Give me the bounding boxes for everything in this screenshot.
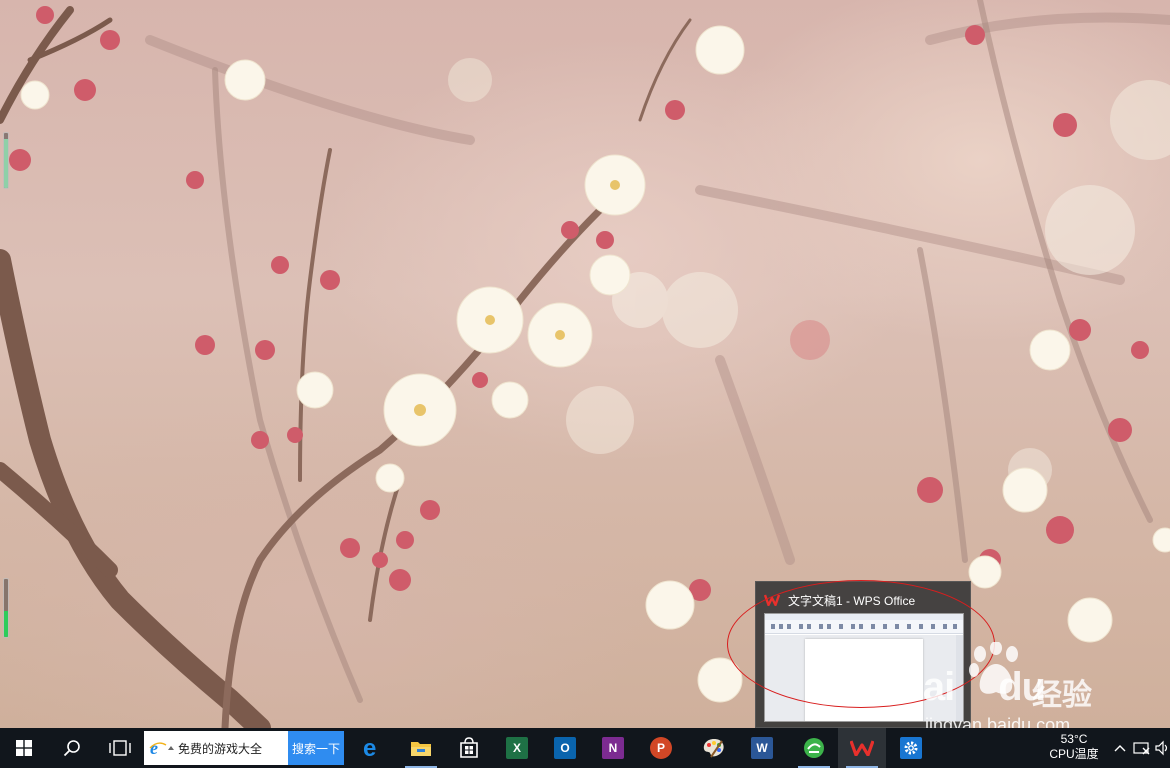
search-button-taskbar[interactable]: [48, 728, 96, 768]
volume-button[interactable]: [1154, 728, 1170, 768]
taskbar-app-store[interactable]: [445, 728, 493, 768]
left-upper-gauge-fill: [4, 138, 8, 188]
task-view-button[interactable]: [96, 728, 144, 768]
left-lower-gauge: [3, 578, 9, 638]
speaker-icon: [1155, 740, 1168, 756]
paint-palette-icon: [703, 739, 724, 758]
taskbar-app-paint[interactable]: [690, 728, 738, 768]
caret-icon: [168, 746, 174, 750]
taskbar-app-file-explorer[interactable]: [397, 728, 445, 768]
taskbar-app-onenote[interactable]: N: [589, 728, 637, 768]
left-lower-gauge-fill: [4, 610, 8, 637]
cpu-temperature-value: 53°C: [1060, 732, 1088, 746]
cpu-temperature-widget[interactable]: 53°C CPU温度: [1040, 728, 1108, 768]
wps-icon: [850, 740, 874, 756]
onenote-icon: N: [602, 737, 624, 759]
ie-search-submit-button[interactable]: 搜索一下: [288, 731, 344, 765]
outlook-icon: O: [554, 737, 576, 759]
start-button[interactable]: [0, 728, 48, 768]
search-icon: [63, 740, 80, 757]
ie-search-box[interactable]: e 免费的游戏大全: [144, 731, 288, 765]
network-disconnected-icon: [1133, 742, 1150, 755]
windows-logo-icon: [16, 740, 32, 756]
svg-text:e: e: [150, 739, 158, 757]
powerpoint-icon: P: [650, 737, 672, 759]
taskbar-app-word[interactable]: W: [738, 728, 786, 768]
taskbar-app-green-browser[interactable]: [790, 728, 838, 768]
plum-blossom-art: [0, 0, 1170, 728]
task-view-icon: [109, 740, 131, 756]
network-status-button[interactable]: [1132, 728, 1152, 768]
left-upper-gauge: [3, 132, 9, 189]
svg-text:e: e: [363, 737, 376, 759]
taskbar-app-wps-office[interactable]: [838, 728, 886, 768]
ie-search-text[interactable]: 免费的游戏大全: [178, 740, 262, 757]
taskbar-app-edge[interactable]: e: [349, 728, 397, 768]
taskbar: e 免费的游戏大全 搜索一下 e X O N P W 53°C CPU温度: [0, 728, 1170, 768]
chevron-up-icon: [1114, 745, 1126, 752]
edge-icon: e: [363, 737, 376, 759]
taskbar-app-settings[interactable]: [887, 728, 935, 768]
internet-explorer-icon: e: [149, 739, 167, 757]
annotation-ellipse: [727, 580, 995, 708]
desktop-wallpaper: [0, 0, 1170, 728]
green-browser-icon: [804, 738, 824, 758]
taskbar-app-outlook[interactable]: O: [541, 728, 589, 768]
taskbar-app-excel[interactable]: X: [493, 728, 541, 768]
file-explorer-icon: [411, 742, 431, 756]
show-hidden-icons-button[interactable]: [1111, 728, 1129, 768]
word-icon: W: [751, 737, 773, 759]
gear-icon: [900, 737, 922, 759]
taskbar-app-powerpoint[interactable]: P: [637, 728, 685, 768]
store-icon: [460, 737, 478, 758]
cpu-temperature-label: CPU温度: [1049, 747, 1099, 761]
excel-icon: X: [506, 737, 528, 759]
